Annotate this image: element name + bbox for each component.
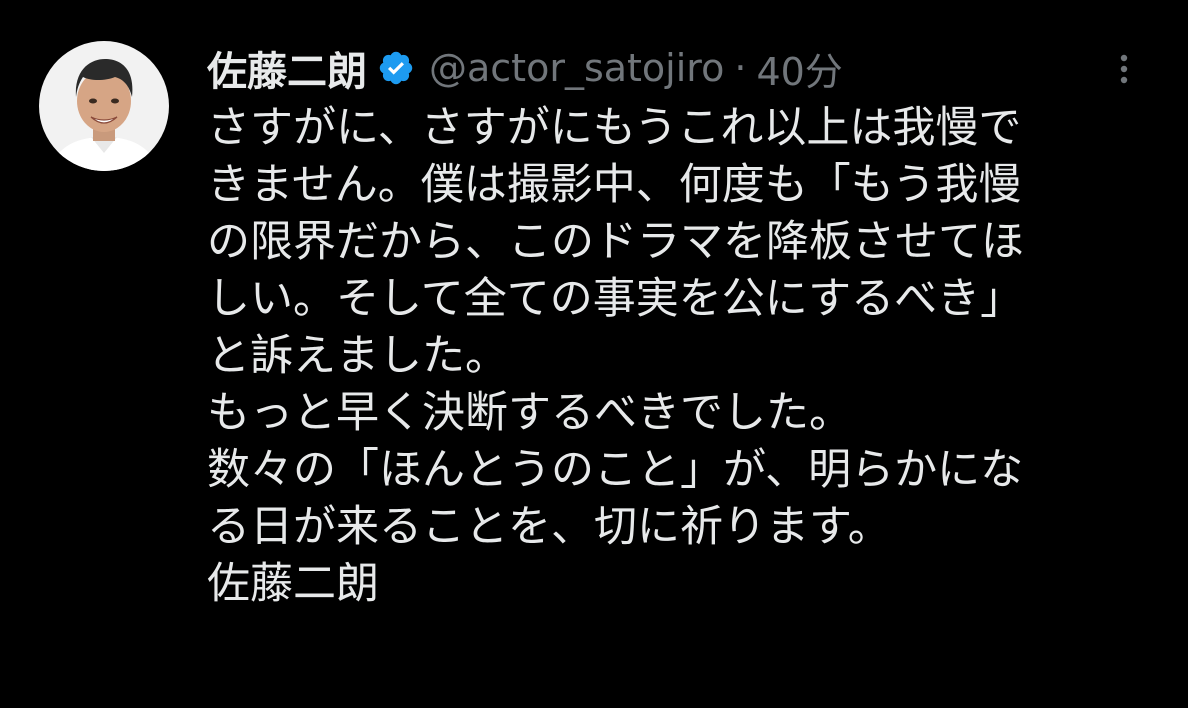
tweet-text: さすがに、さすがにもうこれ以上は我慢で きません。僕は撮影中、何度も「もう我慢 … bbox=[207, 100, 1167, 613]
header-separator: · bbox=[734, 46, 747, 90]
tweet-text-line: と訴えました。 bbox=[207, 331, 508, 381]
author-display-name[interactable]: 佐藤二朗 bbox=[207, 39, 367, 97]
tweet: 佐藤二朗 @actor_satojiro · 40分 さすがに、さすがにもうこれ… bbox=[0, 0, 1188, 708]
tweet-text-line: しい。そして全ての事実を公にするべき」 bbox=[207, 274, 1024, 324]
tweet-signature: 佐藤二朗 bbox=[207, 559, 379, 609]
tweet-text-line: 数々の「ほんとうのこと」が、明らかにな bbox=[207, 445, 1024, 495]
tweet-text-line: きません。僕は撮影中、何度も「もう我慢 bbox=[207, 160, 1022, 210]
author-handle[interactable]: @actor_satojiro bbox=[429, 46, 724, 90]
avatar-photo bbox=[39, 41, 169, 171]
tweet-header: 佐藤二朗 @actor_satojiro · 40分 bbox=[207, 40, 843, 96]
tweet-timestamp[interactable]: 40分 bbox=[756, 41, 842, 96]
tweet-text-line: さすがに、さすがにもうこれ以上は我慢で bbox=[207, 103, 1022, 153]
tweet-text-line: もっと早く決断するべきでした。 bbox=[207, 388, 852, 438]
author-avatar[interactable] bbox=[39, 41, 169, 171]
verified-badge-icon bbox=[377, 49, 415, 87]
tweet-text-line: の限界だから、このドラマを降板させてほ bbox=[207, 217, 1024, 267]
more-vertical-icon[interactable] bbox=[1106, 48, 1142, 90]
tweet-text-line: る日が来ることを、切に祈ります。 bbox=[207, 502, 891, 552]
